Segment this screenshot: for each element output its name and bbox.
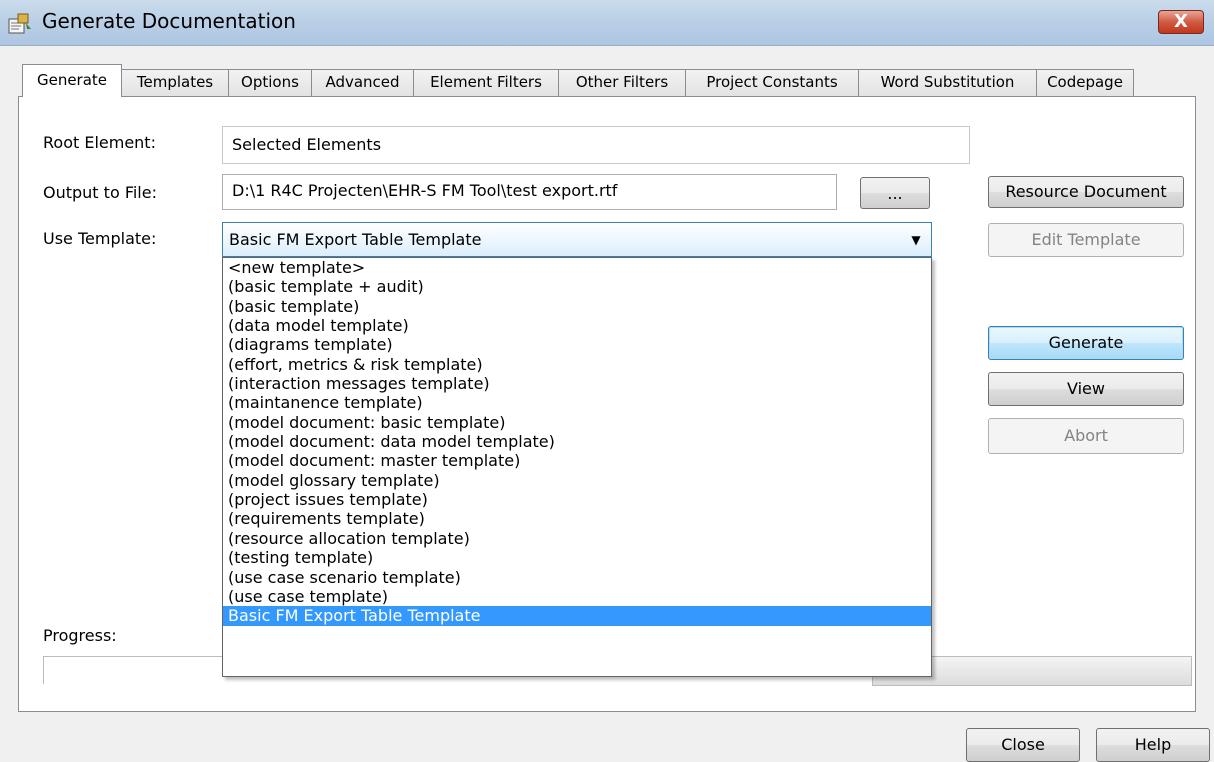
chevron-down-icon[interactable]: ▼ [904, 222, 928, 257]
resource-document-button[interactable]: Resource Document [988, 176, 1184, 208]
progress-label: Progress: [43, 626, 117, 645]
browse-button[interactable]: ... [860, 177, 930, 209]
tab-codepage[interactable]: Codepage [1036, 69, 1134, 96]
root-element-label: Root Element: [43, 133, 156, 152]
template-option[interactable]: (data model template) [223, 316, 931, 335]
view-button[interactable]: View [988, 372, 1184, 406]
template-option[interactable]: (model document: data model template) [223, 432, 931, 451]
template-option[interactable]: (use case scenario template) [223, 568, 931, 587]
template-option[interactable]: (maintanence template) [223, 393, 931, 412]
output-to-file-label: Output to File: [43, 183, 157, 202]
template-option[interactable]: (requirements template) [223, 509, 931, 528]
template-option[interactable]: Basic FM Export Table Template [223, 606, 931, 626]
tab-options[interactable]: Options [228, 69, 312, 96]
output-file-input[interactable]: D:\1 R4C Projecten\EHR-S FM Tool\test ex… [222, 174, 837, 210]
template-dropdown-list[interactable]: <new template> (basic template + audit) (b… [222, 257, 932, 677]
template-option[interactable]: (testing template) [223, 548, 931, 567]
root-element-field: Selected Elements [222, 126, 970, 164]
template-option[interactable]: (model glossary template) [223, 471, 931, 490]
progress-bar [43, 656, 231, 684]
tab-generate[interactable]: Generate [22, 64, 122, 97]
window-title: Generate Documentation [42, 9, 296, 33]
tab-word-substitution[interactable]: Word Substitution [858, 69, 1037, 96]
tab-element-filters[interactable]: Element Filters [413, 69, 559, 96]
template-option[interactable]: (interaction messages template) [223, 374, 931, 393]
template-option[interactable]: (resource allocation template) [223, 529, 931, 548]
help-button[interactable]: Help [1096, 728, 1210, 762]
template-option[interactable]: (project issues template) [223, 490, 931, 509]
template-option[interactable]: (model document: master template) [223, 451, 931, 470]
tab-advanced[interactable]: Advanced [311, 69, 414, 96]
template-option[interactable]: (use case template) [223, 587, 931, 606]
documentation-app-icon [8, 13, 31, 34]
template-option[interactable]: (diagrams template) [223, 335, 931, 354]
template-option[interactable]: <new template> [223, 258, 931, 277]
use-template-label: Use Template: [43, 229, 157, 248]
tab-other-filters[interactable]: Other Filters [558, 69, 686, 96]
generate-button[interactable]: Generate [988, 326, 1184, 360]
template-option[interactable]: (basic template) [223, 297, 931, 316]
template-select[interactable]: Basic FM Export Table Template [222, 222, 932, 257]
template-option[interactable]: (model document: basic template) [223, 413, 931, 432]
tab-templates[interactable]: Templates [121, 69, 229, 96]
edit-template-button[interactable]: Edit Template [988, 223, 1184, 257]
tab-project-constants[interactable]: Project Constants [685, 69, 859, 96]
template-option[interactable]: (basic template + audit) [223, 277, 931, 296]
close-button[interactable]: Close [966, 728, 1080, 762]
window-close-button[interactable]: X [1158, 10, 1204, 34]
template-option[interactable]: (effort, metrics & risk template) [223, 355, 931, 374]
abort-button[interactable]: Abort [988, 418, 1184, 454]
